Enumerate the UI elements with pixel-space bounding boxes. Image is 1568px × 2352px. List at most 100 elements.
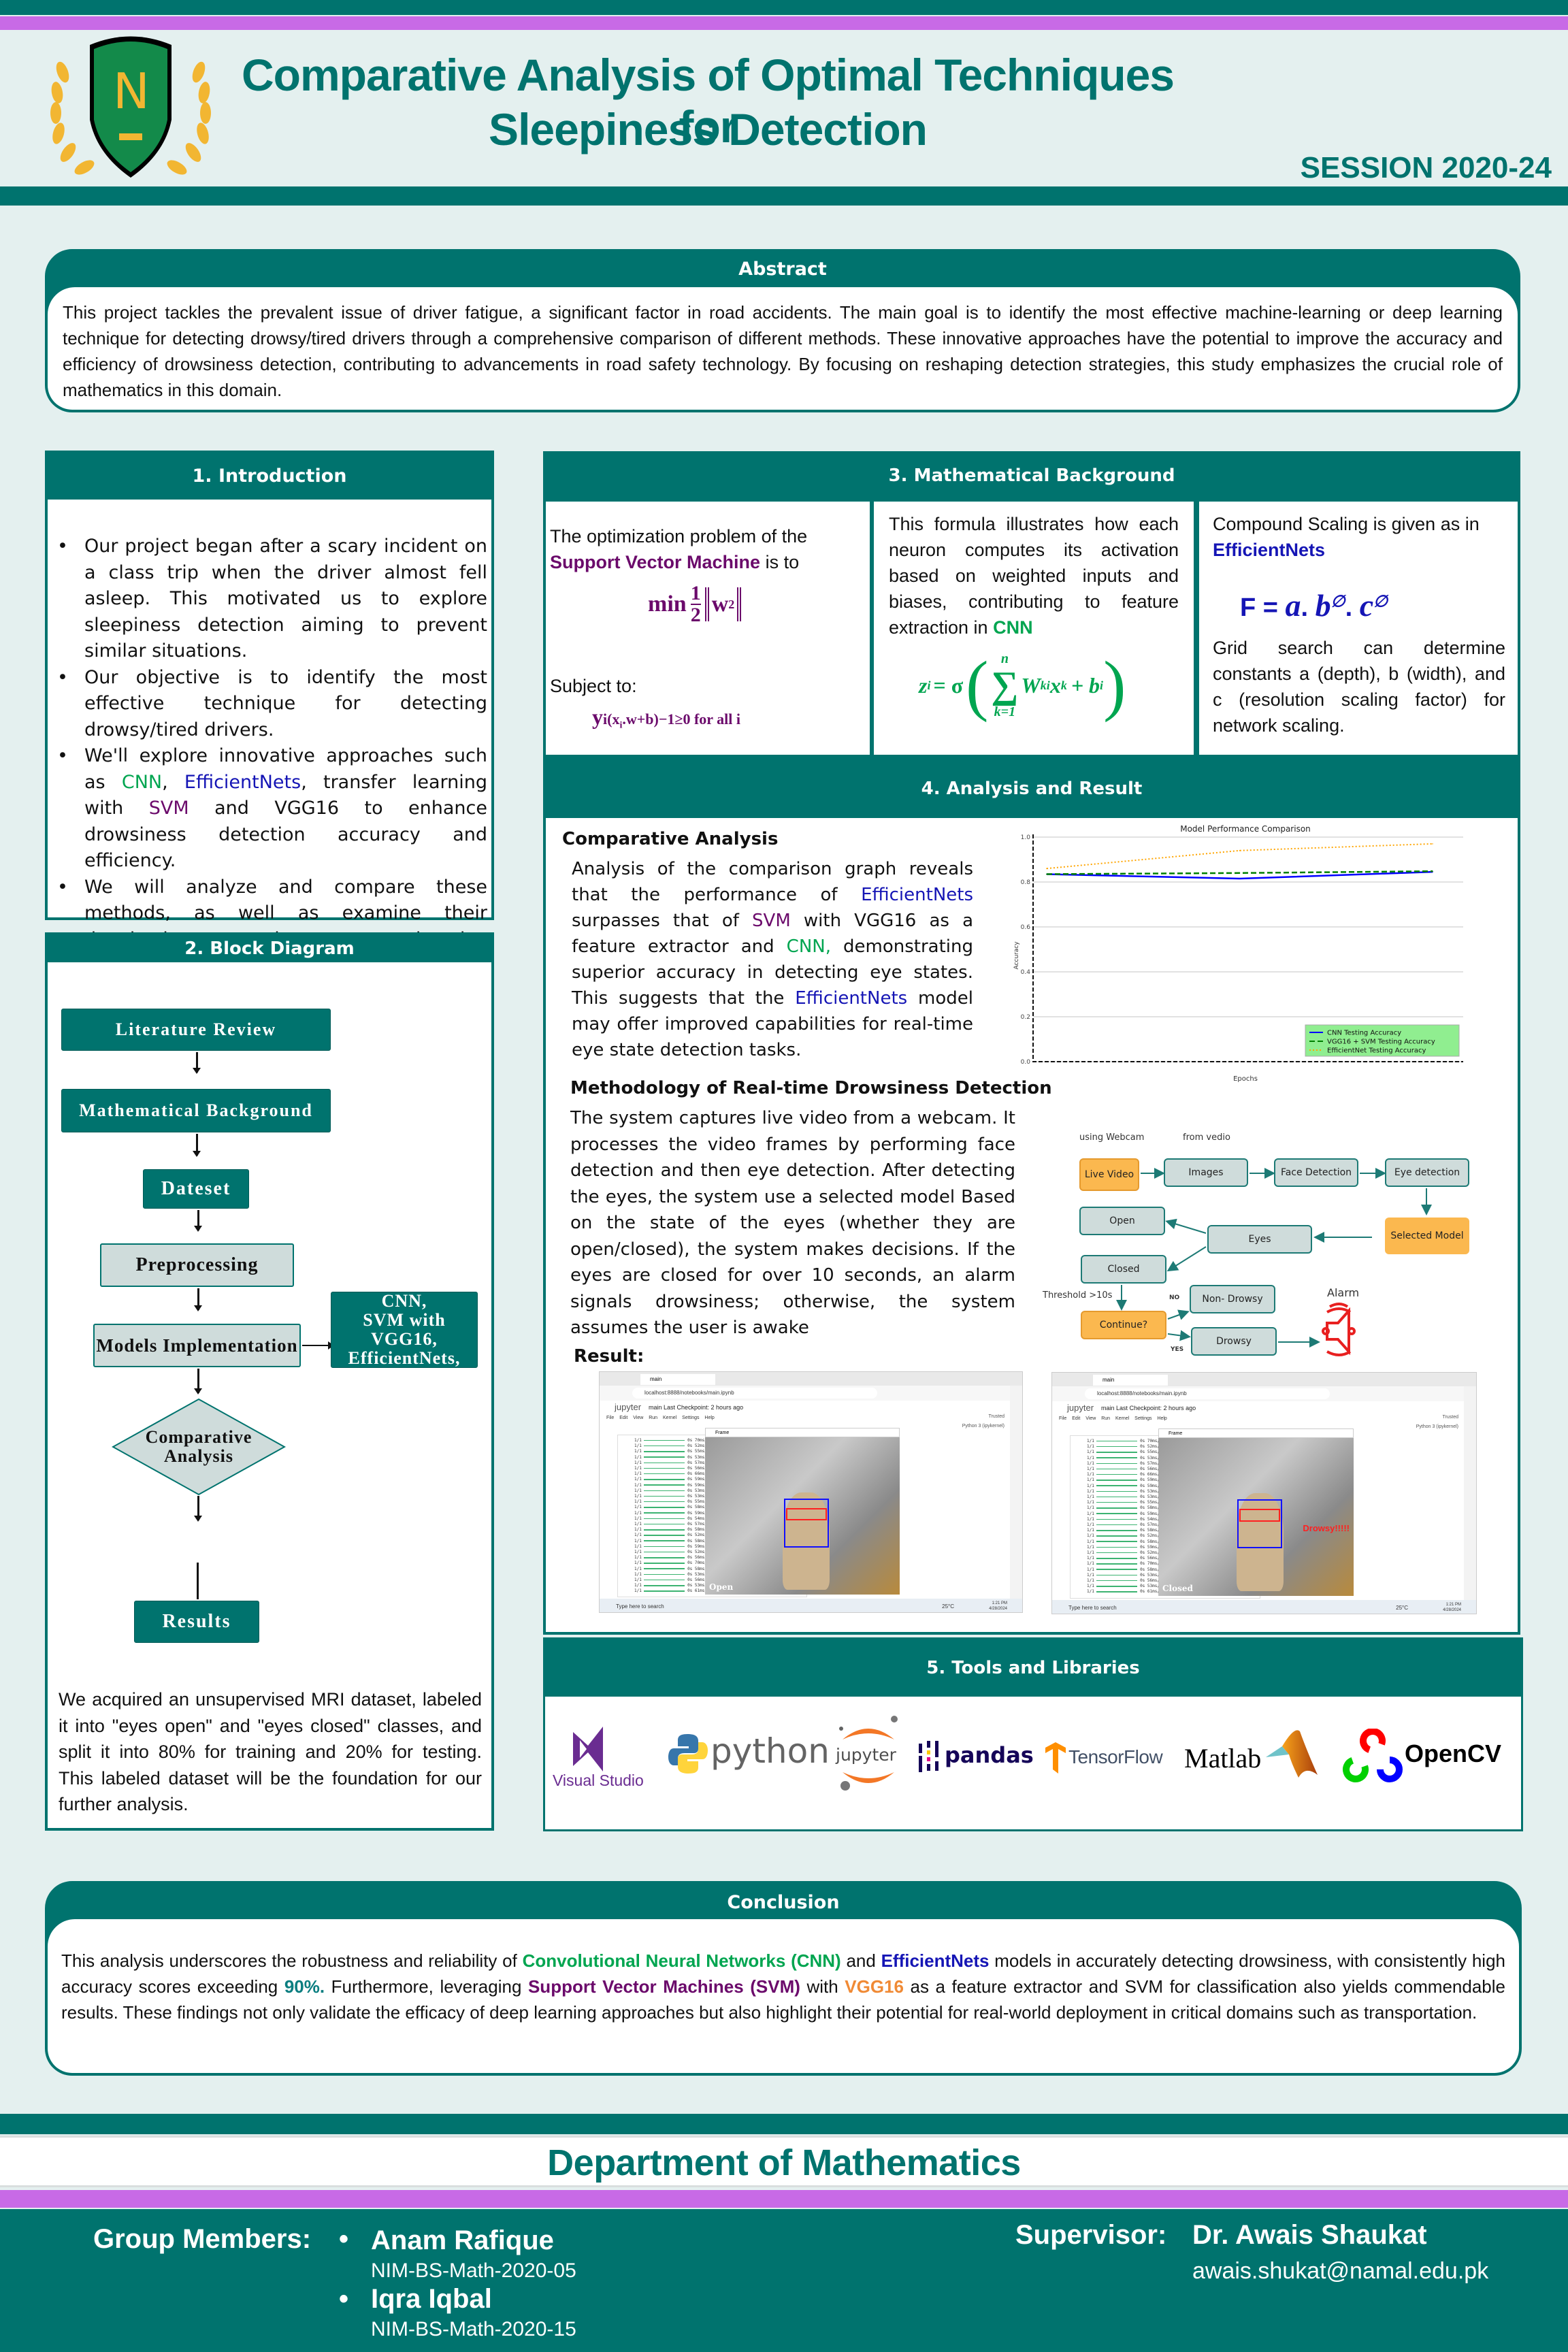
conclusion-panel: Conclusion This analysis underscores the… bbox=[45, 1881, 1522, 2076]
introduction-panel: 1. Introduction Our project began after … bbox=[45, 451, 494, 976]
methodology-text: The system captures live video from a we… bbox=[570, 1108, 1015, 1338]
math-background-heading: 3. Mathematical Background bbox=[888, 466, 1175, 486]
session-label: SESSION 2020-24 bbox=[1300, 151, 1552, 184]
jupyter-logo: jupyter bbox=[1067, 1403, 1094, 1413]
member-name: Iqra Iqbal bbox=[371, 2284, 492, 2314]
grid-search-text: Grid search can determine constants a (d… bbox=[1213, 638, 1505, 736]
fc-closed: Closed bbox=[1081, 1255, 1166, 1284]
browser-tab[interactable]: main bbox=[1093, 1375, 1168, 1386]
introduction-list: Our project began after a scary incident… bbox=[48, 500, 491, 979]
face-bounding-box bbox=[1237, 1499, 1283, 1549]
comparative-analysis-title: Comparative Analysis bbox=[562, 829, 779, 849]
opencv-icon bbox=[1343, 1728, 1403, 1782]
notebook-name: main Last Checkpoint: 2 hours ago bbox=[649, 1404, 744, 1411]
y-tick-label: 0.6 bbox=[1021, 924, 1031, 931]
jupyter-menu[interactable]: File Edit View Run Kernel Settings Help bbox=[606, 1416, 715, 1420]
abstract-text: This project tackles the prevalent issue… bbox=[63, 302, 1503, 400]
arrow bbox=[193, 1134, 201, 1157]
taskbar-search[interactable]: Type here to search bbox=[1068, 1605, 1117, 1611]
member-id: NIM-BS-Math-2020-15 bbox=[371, 2318, 576, 2340]
arrow-to-results bbox=[197, 1563, 199, 1599]
data-point bbox=[1239, 872, 1241, 874]
result-screenshot-drowsy: main localhost:8888/notebooks/main.ipynb j… bbox=[1051, 1372, 1477, 1614]
eye-state-label: Open bbox=[709, 1582, 734, 1592]
top-band bbox=[0, 0, 1568, 15]
tools-heading: 5. Tools and Libraries bbox=[545, 1639, 1521, 1697]
chart-ylabel: Accuracy bbox=[1013, 941, 1020, 970]
taskbar-search[interactable]: Type here to search bbox=[616, 1603, 664, 1610]
introduction-heading: 1. Introduction bbox=[48, 453, 491, 500]
svm-term: SVM bbox=[148, 798, 189, 819]
compound-scaling-formula: F = a. b∅. c∅ bbox=[1240, 588, 1388, 623]
y-tick-label: 1.0 bbox=[1021, 834, 1031, 841]
dataset-description: We acquired an unsupervised MRI dataset,… bbox=[59, 1689, 482, 1814]
bullet: • bbox=[339, 2284, 349, 2314]
drowsiness-flowchart: using Webcam from vedio Live Video Image… bbox=[1034, 1116, 1477, 1356]
arrow-to-models-list bbox=[302, 1345, 331, 1346]
arrow bbox=[194, 1496, 202, 1522]
frame-window-title: Frame bbox=[705, 1428, 900, 1437]
trusted-badge: Trusted bbox=[988, 1414, 1004, 1419]
chart-xlabel: Epochs bbox=[1233, 1075, 1258, 1083]
intro-bullet: Our objective is to identify the most ef… bbox=[53, 665, 487, 744]
member-name: Anam Rafique bbox=[371, 2225, 554, 2255]
legend-label: VGG16 + SVM Testing Accuracy bbox=[1327, 1039, 1435, 1046]
eye-state-label: Closed bbox=[1162, 1584, 1193, 1593]
node-models-implementation: Models Implementation bbox=[93, 1324, 301, 1367]
webcam-label: using Webcam bbox=[1079, 1132, 1145, 1143]
browser-sidebar bbox=[1010, 1386, 1022, 1599]
address-bar[interactable]: localhost:8888/notebooks/main.ipynb bbox=[1085, 1388, 1330, 1399]
cnn-formula-cell: This formula illustrates how each neuron… bbox=[874, 502, 1194, 755]
tool-pandas: pandas bbox=[917, 1741, 1051, 1775]
address-bar[interactable]: localhost:8888/notebooks/main.ipynb bbox=[632, 1388, 877, 1399]
node-math-background: Mathematical Background bbox=[61, 1089, 331, 1132]
eye-bounding-box bbox=[1239, 1509, 1281, 1522]
member-id: NIM-BS-Math-2020-05 bbox=[371, 2259, 576, 2282]
fc-open: Open bbox=[1079, 1207, 1165, 1235]
poster-title-line2: Sleepiness Detection bbox=[489, 104, 928, 154]
legend-label: CNN Testing Accuracy bbox=[1327, 1030, 1401, 1037]
y-tick-label: 0.4 bbox=[1021, 969, 1031, 976]
comparative-analysis-text: Analysis of the comparison graph reveals… bbox=[572, 859, 973, 1060]
taskbar-weather: 25°C bbox=[1396, 1605, 1408, 1611]
arrow bbox=[194, 1288, 202, 1311]
tool-jupyter: jupyter bbox=[834, 1715, 909, 1797]
pandas-icon bbox=[919, 1741, 938, 1772]
jupyter-menu[interactable]: File Edit View Run Kernel Settings Help bbox=[1059, 1416, 1167, 1421]
chart-title: Model Performance Comparison bbox=[1180, 824, 1311, 834]
supervisor-email[interactable]: awais.shukat@namal.edu.pk bbox=[1192, 2258, 1488, 2285]
jupyter-logo: jupyter bbox=[615, 1402, 642, 1412]
svm-term: Support Vector Machine bbox=[550, 552, 761, 572]
svm-objective-formula: min 1 2 w2 bbox=[648, 583, 742, 625]
drowsy-alert: Drowsy!!!!! bbox=[1303, 1523, 1350, 1534]
data-point bbox=[1432, 870, 1433, 872]
browser-tab[interactable]: main bbox=[640, 1374, 715, 1385]
python-icon bbox=[668, 1734, 708, 1774]
abstract-heading: Abstract bbox=[738, 259, 827, 280]
tool-opencv: OpenCV bbox=[1342, 1728, 1505, 1783]
efficientnets-term: EfficientNets bbox=[184, 771, 301, 793]
svm-formula-cell: The optimization problem of the Support … bbox=[546, 502, 870, 755]
yes-label: YES bbox=[1171, 1346, 1184, 1353]
intro-bullet: We'll explore innovative approaches such… bbox=[53, 743, 487, 875]
result-label: Result: bbox=[574, 1346, 644, 1367]
header-bottom-band bbox=[0, 186, 1568, 206]
node-results: Results bbox=[134, 1601, 259, 1643]
node-models-list: CNN, SVM with VGG16, EfficientNets, bbox=[331, 1292, 478, 1368]
block-diagram-heading: 2. Block Diagram bbox=[48, 935, 491, 962]
tool-matlab: Matlab bbox=[1184, 1726, 1327, 1794]
cnn-term: CNN bbox=[121, 771, 163, 793]
tool-tensorflow: TensorFlow bbox=[1045, 1742, 1175, 1776]
analysis-heading: 4. Analysis and Result bbox=[546, 760, 1518, 818]
kernel-label: Python 3 (ipykernel) bbox=[1416, 1424, 1458, 1429]
svm-constraint-formula: yi(xi.w+b)−1≥0 for all i bbox=[592, 704, 740, 731]
taskbar-weather: 25°C bbox=[942, 1603, 954, 1610]
fc-eyes: Eyes bbox=[1207, 1225, 1312, 1254]
node-comparative-analysis: Comparative Analysis bbox=[111, 1398, 287, 1496]
tool-visual-studio: Visual Studio bbox=[553, 1725, 644, 1793]
taskbar-date: 4/28/2024 bbox=[989, 1607, 1007, 1611]
arrow bbox=[194, 1369, 202, 1394]
kernel-label: Python 3 (ipykernel) bbox=[962, 1424, 1004, 1428]
bullet: • bbox=[339, 2224, 349, 2254]
no-label: NO bbox=[1169, 1294, 1180, 1301]
